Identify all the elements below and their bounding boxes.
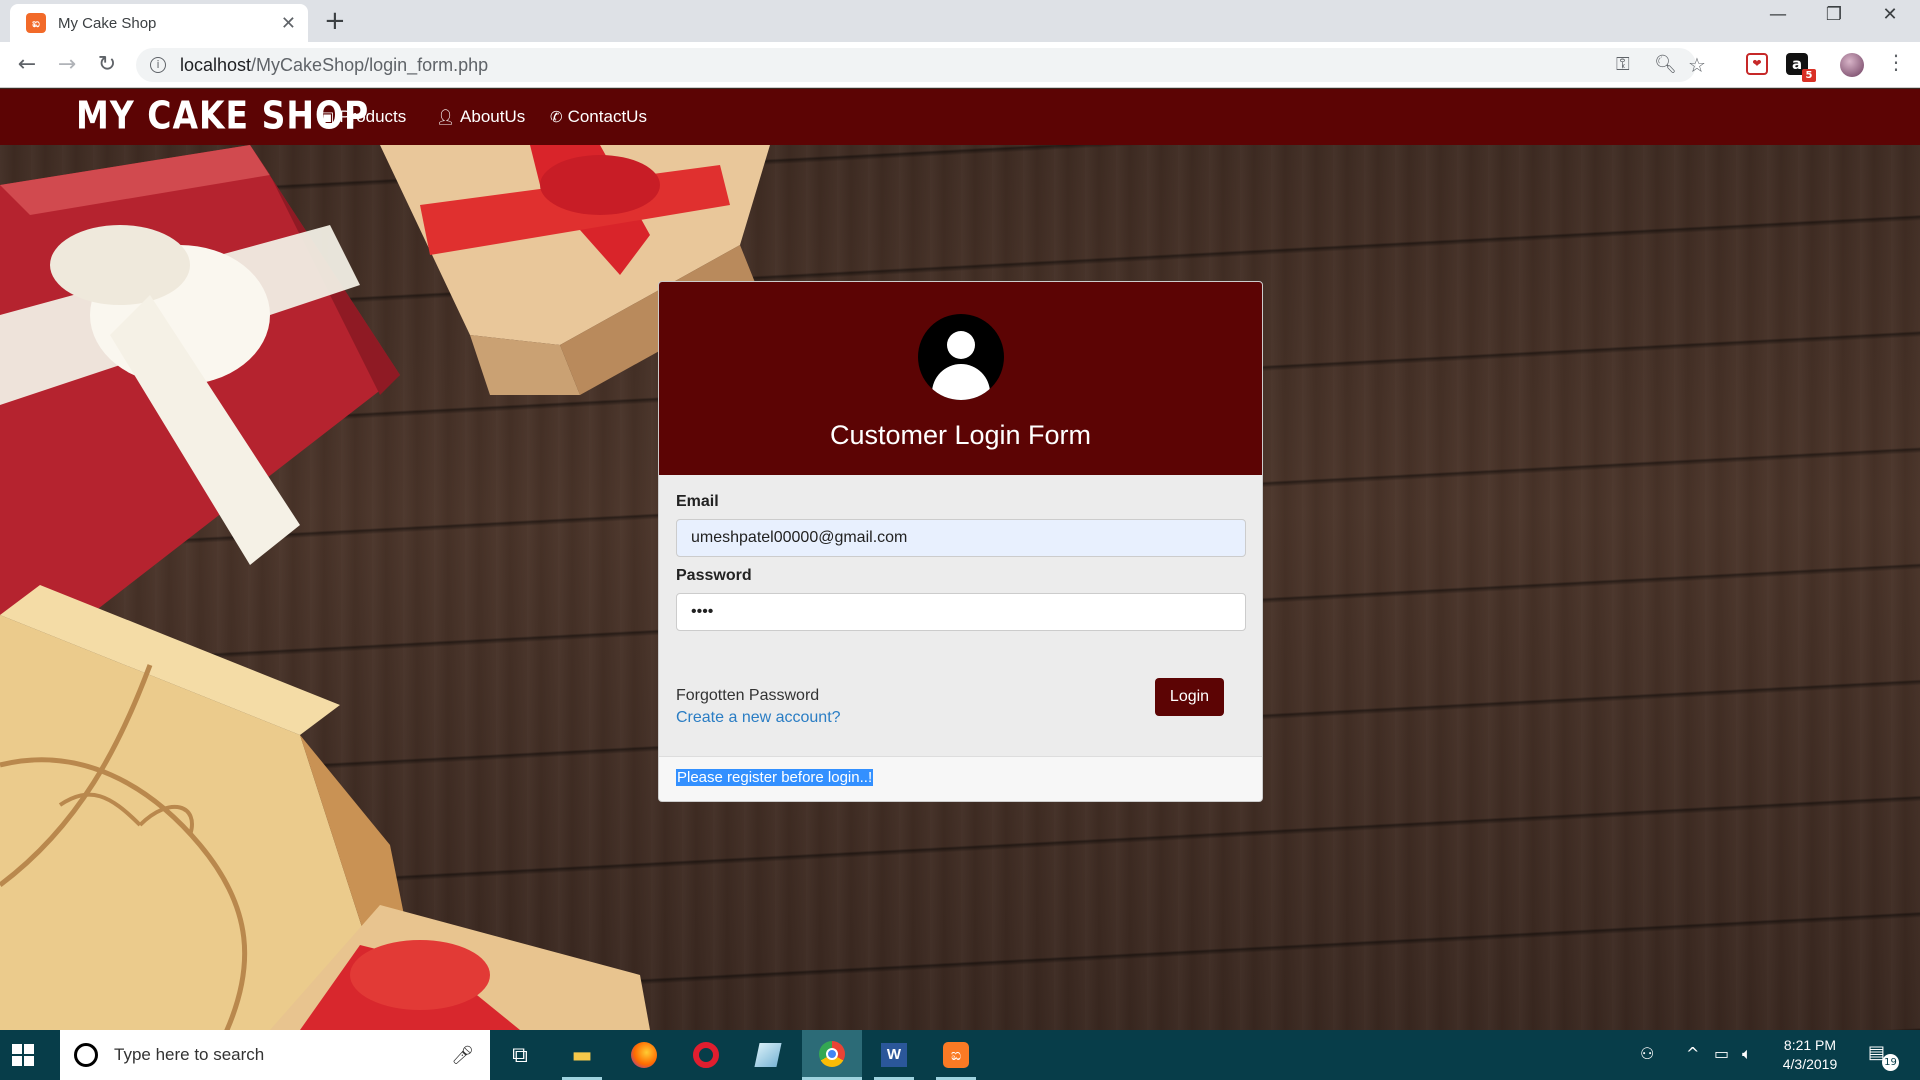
- show-hidden-icons[interactable]: ^: [1686, 1044, 1699, 1063]
- browser-toolbar: ← → ↻ i localhost/MyCakeShop/login_form.…: [0, 42, 1920, 88]
- browser-tab[interactable]: ಐ My Cake Shop ✕: [10, 4, 308, 42]
- login-form: Email umeshpatel00000@gmail.com Password…: [659, 475, 1262, 631]
- phone-icon: ✆: [550, 108, 563, 126]
- browser-tabstrip: ಐ My Cake Shop ✕ + — ❐ ✕: [0, 0, 1920, 42]
- nav-products[interactable]: ▣ Products: [320, 107, 406, 127]
- amazon-extension-icon[interactable]: a5: [1786, 53, 1816, 82]
- xampp-taskbar-icon[interactable]: ಐ: [926, 1030, 986, 1080]
- zoom-icon[interactable]: 🔍︎: [1654, 54, 1677, 75]
- user-avatar-icon: [918, 314, 1004, 400]
- nav-contactus-label: ContactUs: [567, 107, 647, 126]
- login-button[interactable]: Login: [1155, 678, 1224, 716]
- windows-start-icon[interactable]: [12, 1044, 34, 1066]
- menu-icon[interactable]: ⋮: [1886, 50, 1906, 74]
- info-icon[interactable]: i: [150, 57, 166, 73]
- chrome-icon[interactable]: [802, 1030, 862, 1080]
- register-message: Please register before login..!: [676, 769, 874, 786]
- system-clock[interactable]: 8:21 PM 4/3/2019: [1770, 1036, 1850, 1074]
- address-bar[interactable]: i localhost/MyCakeShop/login_form.php ⚿ …: [136, 48, 1706, 82]
- opera-icon[interactable]: [676, 1030, 736, 1080]
- site-navbar: MY CAKE SHOP ▣ Products 👤︎ AboutUs ✆ Con…: [0, 89, 1920, 145]
- back-arrow-icon[interactable]: ←: [12, 50, 42, 80]
- products-icon: ▣: [320, 108, 335, 126]
- create-account-link[interactable]: Create a new account?: [676, 709, 841, 727]
- forward-arrow-icon[interactable]: →: [52, 50, 82, 80]
- xampp-icon: ಐ: [26, 13, 46, 33]
- minimize-button[interactable]: —: [1758, 4, 1798, 25]
- login-title: Customer Login Form: [829, 420, 1092, 450]
- people-icon[interactable]: ⚇: [1640, 1044, 1654, 1063]
- clock-date: 4/3/2019: [1782, 1056, 1838, 1072]
- word-icon[interactable]: W: [864, 1030, 924, 1080]
- login-card: Customer Login Form Email umeshpatel0000…: [658, 281, 1263, 802]
- new-tab-button[interactable]: +: [324, 6, 346, 36]
- file-explorer-icon[interactable]: ▬: [552, 1030, 612, 1080]
- password-field[interactable]: ••••: [676, 593, 1246, 631]
- taskbar-search[interactable]: Type here to search 🎤︎: [60, 1030, 490, 1080]
- forgotten-password-link[interactable]: Forgotten Password: [676, 687, 819, 705]
- login-card-footer: Please register before login..!: [659, 756, 1262, 801]
- cortana-icon[interactable]: [74, 1043, 98, 1067]
- task-view-icon[interactable]: ⧉: [490, 1030, 550, 1080]
- reload-icon[interactable]: ↻: [92, 50, 122, 80]
- notification-center-icon[interactable]: ▤ 19: [1868, 1042, 1899, 1071]
- login-actions: Forgotten Password Create a new account?…: [659, 631, 1262, 741]
- close-window-button[interactable]: ✕: [1870, 4, 1910, 25]
- firefox-icon[interactable]: [614, 1030, 674, 1080]
- nav-contactus[interactable]: ✆ ContactUs: [550, 107, 647, 127]
- email-field[interactable]: umeshpatel00000@gmail.com: [676, 519, 1246, 557]
- url-text: localhost/MyCakeShop/login_form.php: [180, 54, 489, 75]
- nav-aboutus-label: AboutUs: [460, 107, 526, 126]
- login-card-header: Customer Login Form: [659, 282, 1262, 475]
- taskbar-search-placeholder: Type here to search: [114, 1045, 265, 1064]
- key-icon[interactable]: ⚿: [1616, 54, 1630, 75]
- close-tab-icon[interactable]: ✕: [281, 13, 296, 34]
- profile-avatar[interactable]: [1840, 53, 1864, 77]
- microphone-icon[interactable]: 🎤︎: [451, 1045, 474, 1066]
- nav-products-label: Products: [339, 107, 407, 126]
- tab-title: My Cake Shop: [58, 14, 157, 32]
- password-label: Password: [676, 567, 752, 584]
- page-content: MY CAKE SHOP ▣ Products 👤︎ AboutUs ✆ Con…: [0, 89, 1920, 1030]
- email-label: Email: [676, 493, 719, 510]
- notepad-icon[interactable]: [738, 1030, 798, 1080]
- battery-icon[interactable]: ▭: [1714, 1044, 1729, 1063]
- restore-button[interactable]: ❐: [1814, 4, 1854, 25]
- windows-taskbar: Type here to search 🎤︎ ⧉ ▬ W ಐ ⚇ ^ ▭ 🔈︎ …: [0, 1030, 1920, 1080]
- user-icon: 👤︎: [436, 108, 456, 126]
- volume-icon[interactable]: 🔈︎: [1742, 1044, 1752, 1064]
- bookmark-star-icon[interactable]: ☆: [1688, 53, 1706, 77]
- notification-count: 19: [1882, 1054, 1899, 1071]
- pocket-extension-icon[interactable]: ❤: [1746, 53, 1768, 75]
- nav-aboutus[interactable]: 👤︎ AboutUs: [436, 107, 525, 127]
- clock-time: 8:21 PM: [1783, 1037, 1837, 1053]
